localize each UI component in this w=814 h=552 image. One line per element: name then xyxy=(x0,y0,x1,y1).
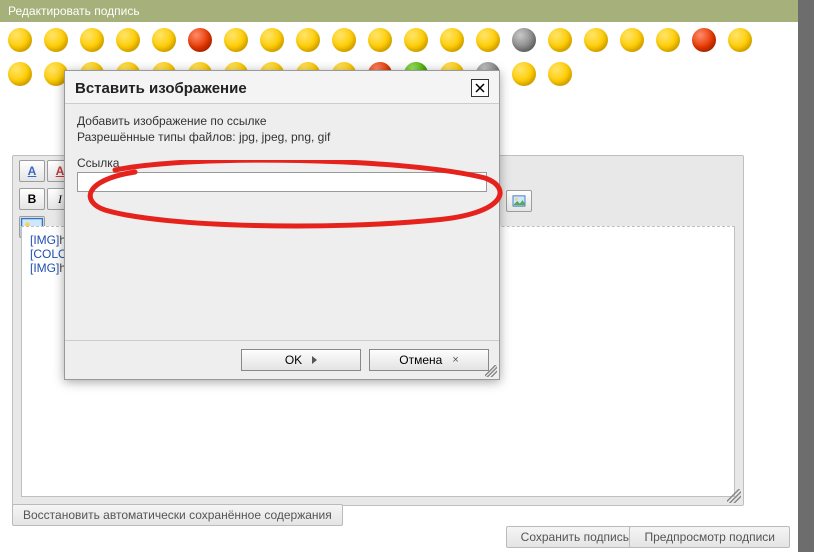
emoji-sleep[interactable] xyxy=(8,62,32,86)
dialog-title: Вставить изображение xyxy=(75,80,247,97)
toolbar-image-button[interactable] xyxy=(506,190,532,212)
save-signature-button[interactable]: Сохранить подпись xyxy=(506,526,644,548)
emoji-wink[interactable] xyxy=(80,28,104,52)
dialog-close-button[interactable] xyxy=(471,79,489,97)
chevron-right-icon xyxy=(312,356,317,364)
cancel-label: Отмена xyxy=(399,353,442,367)
emoji-music[interactable] xyxy=(620,28,644,52)
emoji-cool[interactable] xyxy=(224,28,248,52)
window-title: Редактировать подпись xyxy=(8,4,140,18)
emoji-crazy[interactable] xyxy=(728,28,752,52)
emoji-neutral[interactable] xyxy=(368,28,392,52)
emoji-sad[interactable] xyxy=(404,28,428,52)
close-icon: × xyxy=(452,354,458,366)
close-icon xyxy=(475,83,485,93)
emoji-think[interactable] xyxy=(332,28,356,52)
emoji-love[interactable] xyxy=(656,28,680,52)
picture-icon xyxy=(512,195,526,207)
font-color-blue-button[interactable]: A xyxy=(19,160,45,182)
dialog-body: Добавить изображение по ссылке Разрешённ… xyxy=(65,104,499,340)
emoji-shy[interactable] xyxy=(476,28,500,52)
emoji-phone[interactable] xyxy=(116,28,140,52)
emoji-smile[interactable] xyxy=(8,28,32,52)
emoji-cowboy[interactable] xyxy=(512,62,536,86)
dialog-cancel-button[interactable]: Отмена × xyxy=(369,349,489,371)
emoji-nerd[interactable] xyxy=(548,62,572,86)
dialog-resize-handle[interactable] xyxy=(485,365,497,377)
insert-image-dialog: Вставить изображение Добавить изображени… xyxy=(64,70,500,380)
dialog-footer: OK Отмена × xyxy=(65,340,499,379)
url-field-label: Ссылка xyxy=(77,156,487,170)
preview-signature-button[interactable]: Предпросмотр подписи xyxy=(629,526,790,548)
dialog-header: Вставить изображение xyxy=(65,71,499,104)
emoji-evil[interactable] xyxy=(692,28,716,52)
emoji-surprised[interactable] xyxy=(296,28,320,52)
emoji-tired[interactable] xyxy=(512,28,536,52)
emoji-tongue[interactable] xyxy=(260,28,284,52)
restore-autosave-button[interactable]: Восстановить автоматически сохранённое с… xyxy=(12,504,343,526)
right-side-panel xyxy=(798,0,814,552)
dialog-description-1: Добавить изображение по ссылке xyxy=(77,114,487,128)
bold-button[interactable]: B xyxy=(19,188,45,210)
emoji-cry[interactable] xyxy=(440,28,464,52)
editor-resize-handle[interactable] xyxy=(727,489,741,503)
emoji-mask[interactable] xyxy=(584,28,608,52)
image-url-input[interactable] xyxy=(77,172,487,192)
dialog-description-2: Разрешённые типы файлов: jpg, jpeg, png,… xyxy=(77,130,487,144)
emoji-kiss[interactable] xyxy=(548,28,572,52)
window-title-bar: Редактировать подпись xyxy=(0,0,814,22)
emoji-laugh[interactable] xyxy=(152,28,176,52)
dialog-ok-button[interactable]: OK xyxy=(241,349,361,371)
ok-label: OK xyxy=(285,353,302,367)
emoji-grin[interactable] xyxy=(44,28,68,52)
emoji-angry[interactable] xyxy=(188,28,212,52)
